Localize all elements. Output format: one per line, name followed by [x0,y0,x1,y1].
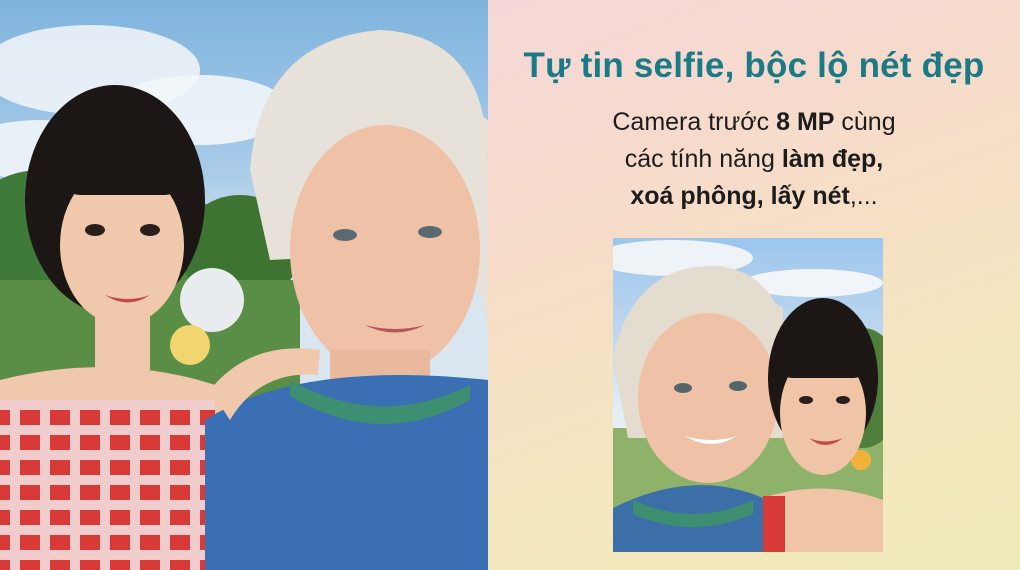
description-highlight: xoá phông, lấy nét [630,182,850,210]
selfie-photo-large-illustration [0,25,488,570]
promo-banner: Tự tin selfie, bộc lộ nét đẹp Camera trư… [0,0,1020,570]
description-line-1: Camera trước 8 MP cùng [488,104,1020,141]
description-text: các tính năng [624,145,782,173]
description-line-3: xoá phông, lấy nét,... [488,178,1020,215]
description-highlight: làm đẹp, [781,145,884,173]
feature-description: Camera trước 8 MP cùng các tính năng làm… [488,104,1020,215]
headline: Tự tin selfie, bộc lộ nét đẹp [523,46,985,85]
selfie-photo-large [0,0,488,570]
description-text: cùng [834,108,896,136]
description-text: ,... [849,182,878,210]
description-text: Camera trước [612,108,777,136]
selfie-photo-small [613,238,883,552]
selfie-photo-small-illustration [613,240,883,552]
description-highlight: 8 MP [776,108,835,136]
description-line-2: các tính năng làm đẹp, [488,141,1020,178]
